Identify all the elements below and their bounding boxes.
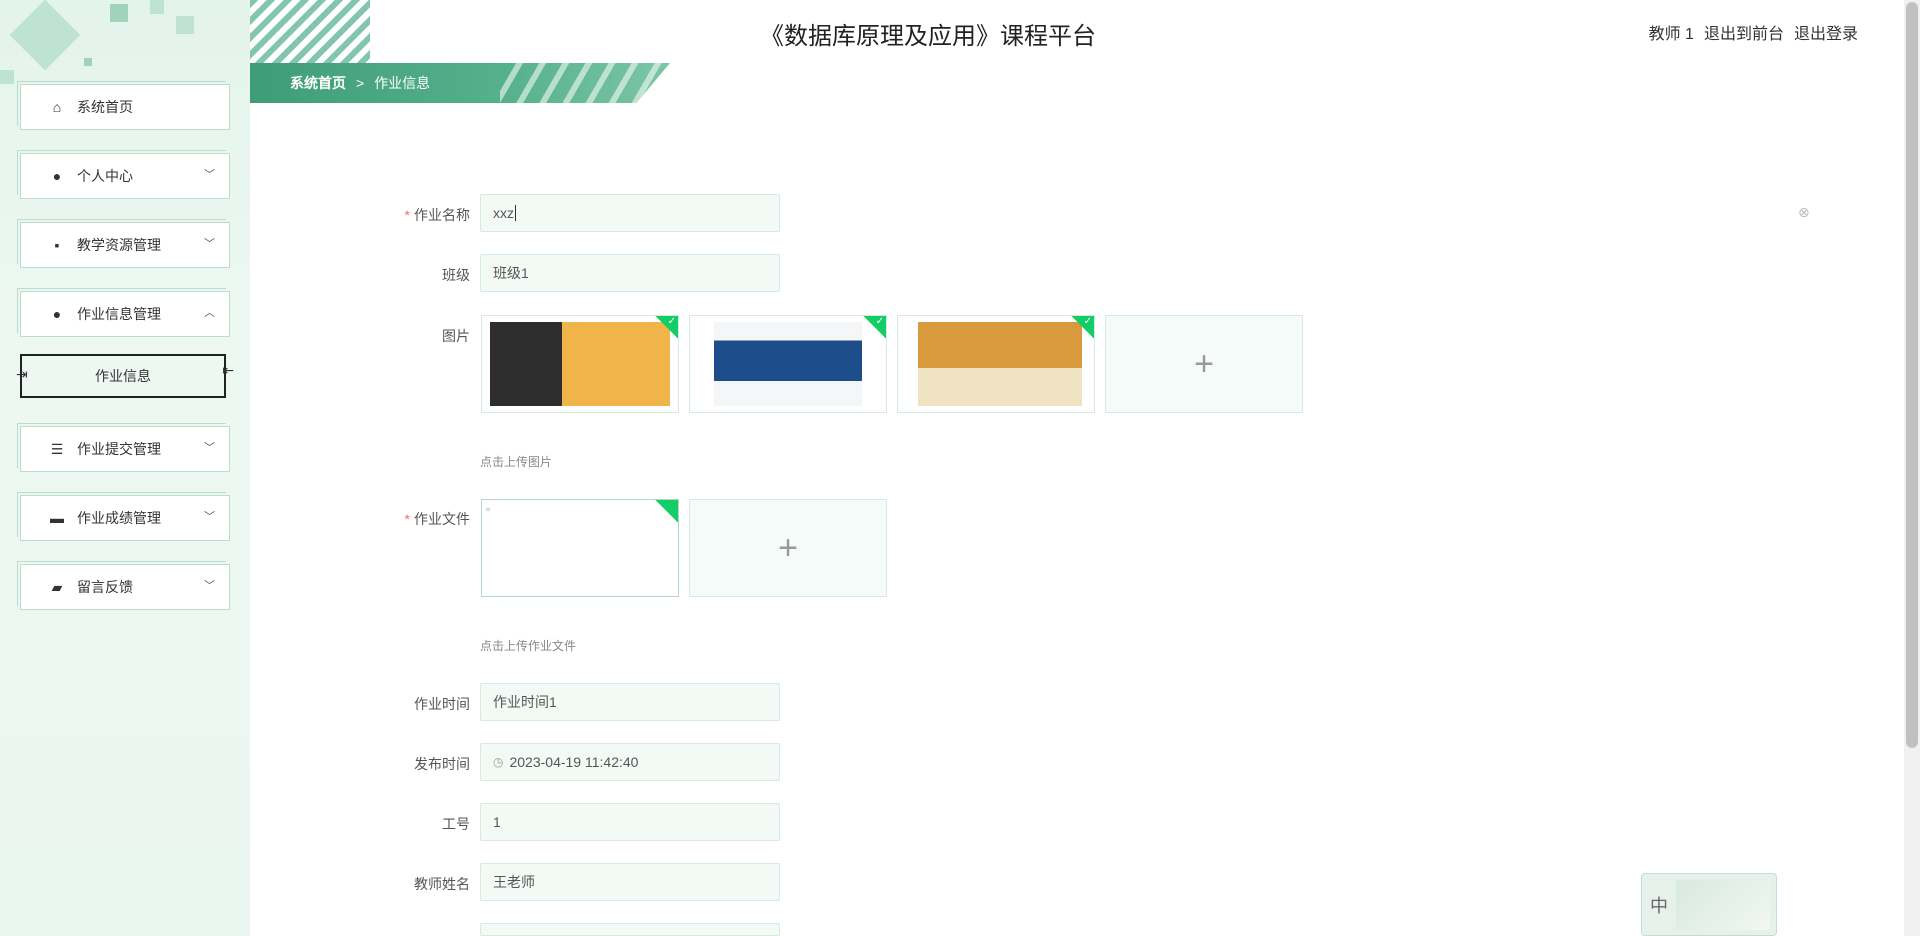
- time-label: 作业时间: [414, 696, 470, 712]
- breadcrumb-current: 作业信息: [374, 75, 431, 91]
- clock-icon: ◷: [493, 755, 504, 769]
- breadcrumb-stripes: [500, 63, 670, 103]
- message-icon: ▪: [54, 237, 60, 253]
- book-cover-image: [714, 322, 862, 406]
- sidebar-item-homework-info[interactable]: ● 作业信息管理 ︿: [17, 288, 230, 337]
- chevron-down-icon: ﹀: [204, 442, 215, 454]
- decor-square: [9, 0, 81, 71]
- page-title: 《数据库原理及应用》课程平台: [760, 23, 1096, 50]
- publish-time-label: 发布时间: [414, 756, 470, 772]
- breadcrumb-separator: >: [356, 75, 365, 91]
- plus-icon: +: [1194, 344, 1214, 383]
- add-file-button[interactable]: +: [689, 499, 887, 597]
- uploaded-image[interactable]: ✓: [481, 315, 679, 413]
- work-number-input[interactable]: 1: [480, 803, 780, 841]
- ime-skin-image: [1676, 879, 1770, 930]
- sidebar-item-feedback[interactable]: ▰ 留言反馈 ﹀: [17, 561, 230, 610]
- check-icon: ✓: [667, 316, 676, 327]
- plus-icon: +: [778, 528, 798, 567]
- uploaded-image[interactable]: ✓: [689, 315, 887, 413]
- uploaded-image[interactable]: ✓: [897, 315, 1095, 413]
- sidebar-item-grades[interactable]: ▬ 作业成绩管理 ﹀: [17, 492, 230, 541]
- homework-name-input[interactable]: xxz: [480, 194, 780, 232]
- chevron-down-icon: ﹀: [204, 511, 215, 523]
- check-icon: ✓: [1083, 316, 1092, 327]
- book-cover-image: [490, 322, 670, 406]
- home-icon: ⌂: [52, 99, 62, 115]
- user-icon: ●: [52, 306, 62, 322]
- publish-time-input[interactable]: ◷ 2023-04-19 11:42:40: [480, 743, 780, 781]
- breadcrumb-home[interactable]: 系统首页: [290, 73, 346, 93]
- work-number-label: 工号: [442, 816, 470, 832]
- image-label: 图片: [442, 328, 470, 344]
- ime-mode: 中: [1650, 895, 1668, 916]
- decor-square: [0, 70, 14, 84]
- decor-square: [176, 16, 194, 34]
- decor-square: [110, 4, 128, 22]
- sidebar-item-home[interactable]: ⌂ 系统首页: [17, 81, 230, 130]
- name-label: * 作业名称: [404, 207, 470, 223]
- front-link[interactable]: 退出到前台: [1704, 20, 1784, 44]
- sidebar: ⌂ 系统首页 ● 个人中心 ﹀ ▪ 教学资源管理 ﹀ ● 作业信息管理 ︿ ⇥ …: [0, 0, 250, 936]
- chevron-down-icon: ﹀: [204, 169, 215, 181]
- check-icon: ✓: [875, 316, 884, 327]
- teacher-name-input[interactable]: 王老师: [480, 863, 780, 901]
- decor-square: [84, 58, 92, 66]
- chevron-down-icon: ﹀: [204, 580, 215, 592]
- list-icon: ☰: [50, 440, 64, 457]
- success-corner: [655, 500, 678, 523]
- required-mark: *: [404, 511, 410, 527]
- image-upload-tip: 点击上传图片: [480, 455, 553, 469]
- arrow-icon: ⇤: [222, 362, 234, 378]
- sidebar-item-teaching-resources[interactable]: ▪ 教学资源管理 ﹀: [17, 219, 230, 268]
- scrollbar-thumb[interactable]: [1906, 2, 1918, 748]
- teacher-name-label: 教师姓名: [414, 876, 470, 892]
- chevron-down-icon: ﹀: [204, 238, 215, 250]
- sidebar-subitem-homework-info[interactable]: ⇥ 作业信息 ⇤: [16, 354, 234, 398]
- file-upload-tip: 点击上传作业文件: [480, 639, 577, 653]
- broken-image-icon: ▫: [486, 502, 491, 516]
- top-links: 教师 1 退出到前台 退出登录: [1649, 20, 1858, 44]
- close-icon[interactable]: ⊗: [1798, 204, 1810, 221]
- decor-square: [150, 0, 164, 14]
- ime-widget[interactable]: 中: [1641, 873, 1777, 936]
- required-mark: *: [404, 207, 410, 223]
- class-label: 班级: [442, 267, 470, 283]
- class-input[interactable]: 班级1: [480, 254, 780, 292]
- wallet-icon: ▰: [51, 578, 63, 595]
- user-icon: ●: [52, 168, 62, 184]
- breadcrumb: 系统首页 > 作业信息: [250, 63, 670, 103]
- uploaded-file[interactable]: ▫: [481, 499, 679, 597]
- monitor-icon: ▬: [50, 510, 64, 526]
- sidebar-item-submission[interactable]: ☰ 作业提交管理 ﹀: [17, 423, 230, 472]
- current-user: 教师 1: [1648, 26, 1694, 43]
- sidebar-item-personal-center[interactable]: ● 个人中心 ﹀: [17, 150, 230, 199]
- add-image-button[interactable]: +: [1105, 315, 1303, 413]
- file-label: * 作业文件: [404, 511, 470, 527]
- next-field-input[interactable]: [480, 923, 780, 936]
- chevron-up-icon: ︿: [204, 307, 215, 319]
- book-cover-image: [918, 322, 1082, 406]
- header-decoration: [250, 0, 370, 64]
- logout-link[interactable]: 退出登录: [1794, 20, 1858, 44]
- arrow-icon: ⇥: [16, 366, 28, 382]
- homework-time-input[interactable]: 作业时间1: [480, 683, 780, 721]
